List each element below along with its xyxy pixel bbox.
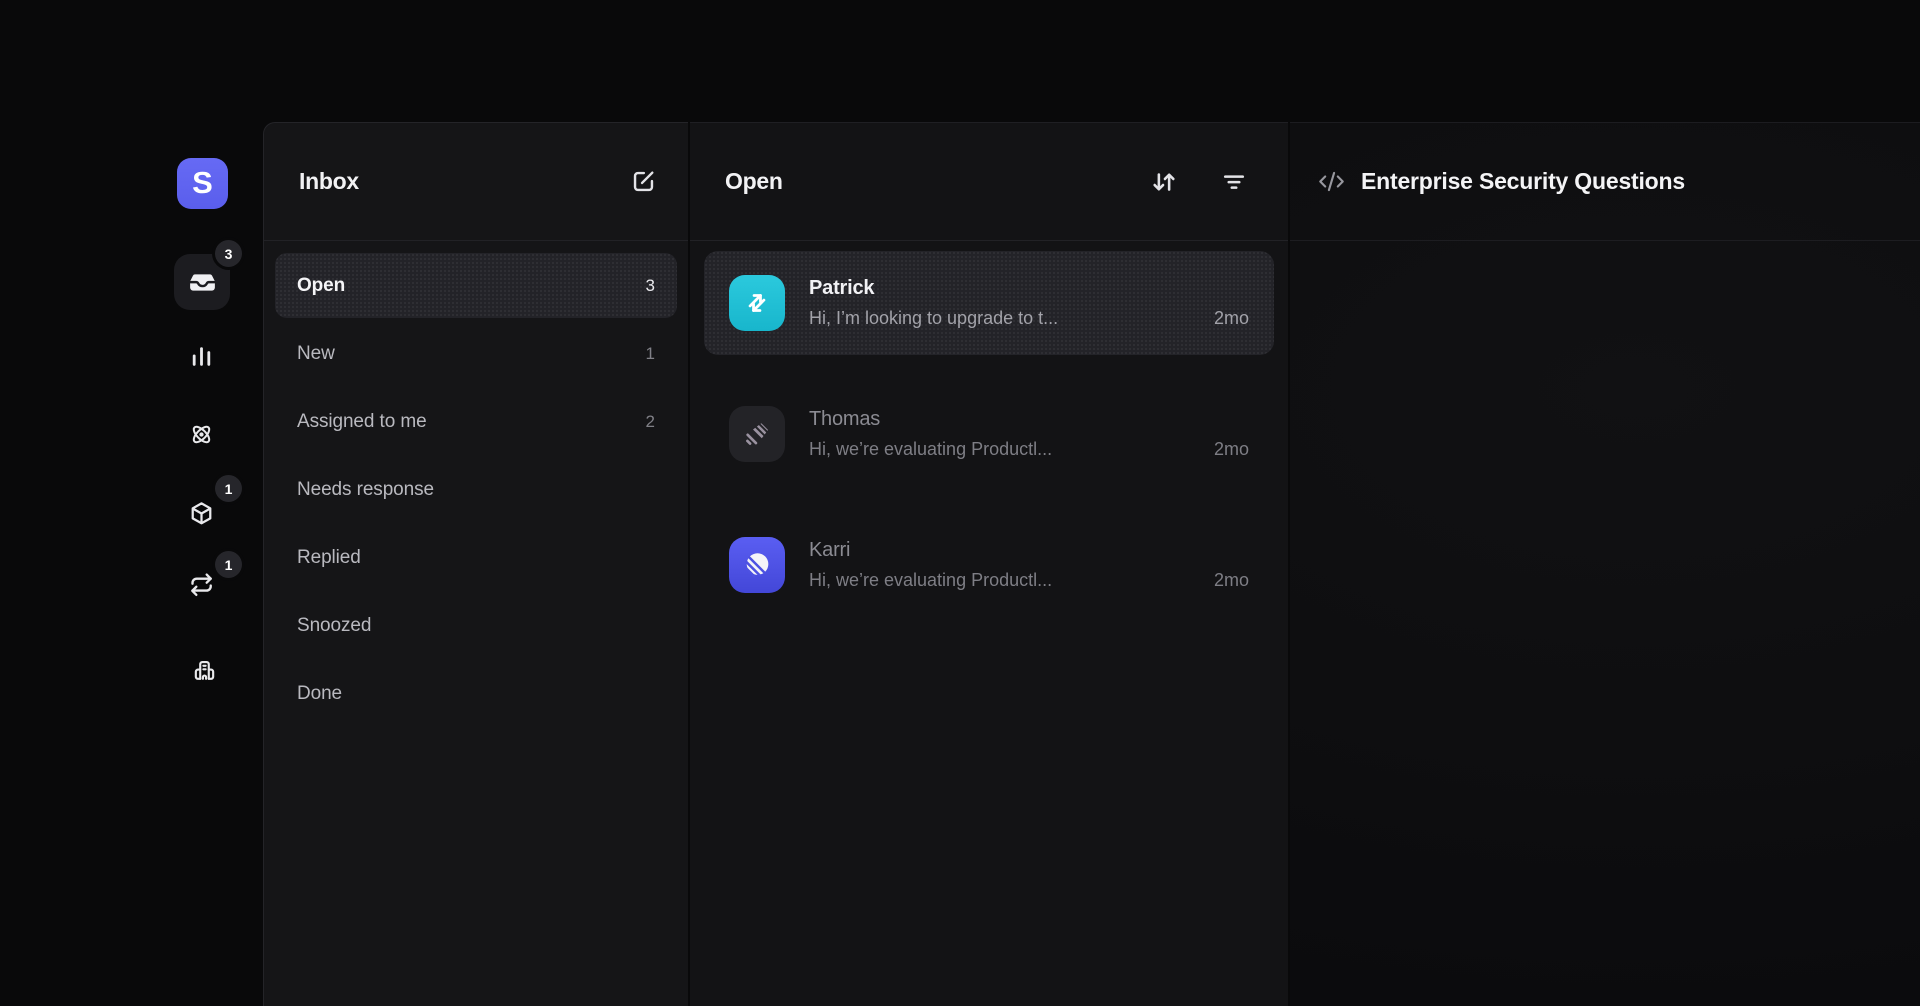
- inbox-view-new[interactable]: New 1: [275, 321, 677, 386]
- sort-button[interactable]: [1150, 168, 1178, 196]
- nav-sync-button[interactable]: [188, 571, 215, 598]
- atom-icon: [188, 421, 215, 448]
- app-logo-letter: S: [192, 167, 213, 198]
- bar-chart-icon: [188, 343, 215, 370]
- striped-arrow-logo-icon: [741, 418, 773, 450]
- thomas-avatar: [729, 406, 785, 462]
- inbox-view-replied[interactable]: Replied: [275, 525, 677, 590]
- conversation-preview: Hi, we’re evaluating Productl...: [809, 439, 1198, 460]
- view-label: Snoozed: [297, 615, 655, 637]
- view-label: Done: [297, 683, 655, 705]
- conversation-list: Patrick Hi, I’m looking to upgrade to t.…: [690, 241, 1288, 654]
- nav-products-button[interactable]: [188, 500, 215, 527]
- conversation-detail-panel: Enterprise Security Questions: [1290, 122, 1920, 1006]
- nav-rail: S 3: [0, 0, 263, 1006]
- code-icon: [1318, 168, 1345, 195]
- nav-sync-badge: 1: [215, 551, 242, 578]
- compose-icon: [629, 167, 658, 196]
- inbox-panel: Inbox Open 3 New 1 Assigned to me: [263, 122, 688, 1006]
- conversation-row-patrick[interactable]: Patrick Hi, I’m looking to upgrade to t.…: [704, 251, 1274, 355]
- filter-icon: [1220, 168, 1248, 196]
- inbox-view-needs-response[interactable]: Needs response: [275, 457, 677, 522]
- inbox-view-snoozed[interactable]: Snoozed: [275, 593, 677, 658]
- patrick-avatar: [729, 275, 785, 331]
- nav-inbox-badge: 3: [215, 240, 242, 267]
- app-root: S 3: [0, 0, 1920, 1006]
- conversation-preview: Hi, we’re evaluating Productl...: [809, 570, 1198, 591]
- list-panel-title: Open: [725, 168, 783, 195]
- nav-company-button[interactable]: [191, 657, 218, 684]
- view-label: New: [297, 343, 646, 365]
- inbox-view-assigned-to-me[interactable]: Assigned to me 2: [275, 389, 677, 454]
- conversation-time: 2mo: [1214, 570, 1249, 591]
- conversation-name: Karri: [809, 539, 1249, 562]
- conversation-meta: Thomas Hi, we’re evaluating Productl... …: [809, 408, 1249, 460]
- inbox-view-done[interactable]: Done: [275, 661, 677, 726]
- conversation-row-thomas[interactable]: Thomas Hi, we’re evaluating Productl... …: [704, 382, 1274, 486]
- list-panel-header: Open: [690, 123, 1288, 241]
- view-label: Needs response: [297, 479, 655, 501]
- filter-button[interactable]: [1220, 168, 1248, 196]
- conversation-meta: Patrick Hi, I’m looking to upgrade to t.…: [809, 277, 1249, 329]
- conversation-preview: Hi, I’m looking to upgrade to t...: [809, 308, 1198, 329]
- view-count: 1: [646, 344, 655, 364]
- view-label: Assigned to me: [297, 411, 646, 433]
- view-count: 3: [646, 276, 655, 296]
- view-label: Open: [297, 275, 646, 297]
- conversation-meta: Karri Hi, we’re evaluating Productl... 2…: [809, 539, 1249, 591]
- inbox-view-open[interactable]: Open 3: [275, 253, 677, 318]
- cube-icon: [188, 500, 215, 527]
- view-count: 2: [646, 412, 655, 432]
- repeat-arrows-icon: [188, 571, 215, 598]
- building-icon: [191, 657, 218, 684]
- conversation-name: Patrick: [809, 277, 1249, 300]
- karri-avatar: [729, 537, 785, 593]
- conversation-time: 2mo: [1214, 308, 1249, 329]
- striped-globe-icon: [741, 549, 773, 581]
- conversation-time: 2mo: [1214, 439, 1249, 460]
- inbox-views-list: Open 3 New 1 Assigned to me 2 Needs resp…: [264, 241, 688, 741]
- inbox-icon: [189, 269, 216, 296]
- compose-button[interactable]: [629, 167, 658, 196]
- conversation-name: Thomas: [809, 408, 1249, 431]
- detail-panel-title: Enterprise Security Questions: [1361, 168, 1685, 195]
- nav-analytics-button[interactable]: [188, 343, 215, 370]
- detail-panel-body: [1290, 241, 1920, 1006]
- inbox-panel-header: Inbox: [264, 123, 688, 241]
- conversation-list-panel: Open: [690, 122, 1288, 1006]
- inbox-panel-title: Inbox: [299, 168, 359, 195]
- sort-icon: [1150, 168, 1178, 196]
- detail-panel-header: Enterprise Security Questions: [1290, 123, 1920, 241]
- nav-automation-button[interactable]: [188, 421, 215, 448]
- diagonal-arrows-icon: [741, 287, 773, 319]
- app-logo[interactable]: S: [177, 158, 228, 209]
- nav-products-badge: 1: [215, 475, 242, 502]
- view-label: Replied: [297, 547, 655, 569]
- conversation-row-karri[interactable]: Karri Hi, we’re evaluating Productl... 2…: [704, 513, 1274, 617]
